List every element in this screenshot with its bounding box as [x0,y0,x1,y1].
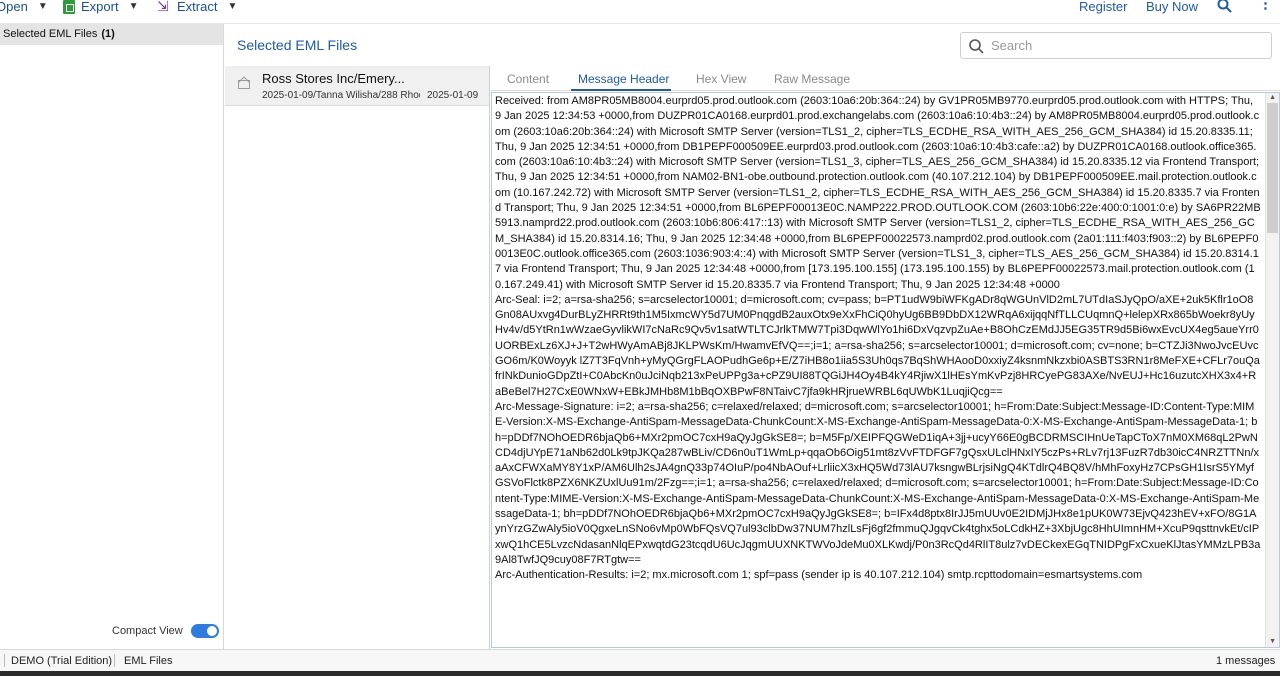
search-input[interactable] [991,36,1261,55]
tab-message-header[interactable]: Message Header [578,72,669,86]
detail-tabs: Content Message Header Hex View Raw Mess… [491,66,1280,91]
status-bar: DEMO (Trial Edition) EML Files 1 message… [0,649,1280,671]
message-count: 1 messages [1216,655,1276,667]
active-tab-indicator [571,89,671,91]
more-vertical-icon[interactable]: ⋮ [1258,0,1273,11]
chevron-down-icon: ▼ [227,1,238,12]
tab-raw-message[interactable]: Raw Message [774,72,850,86]
message-list: Ross Stores Inc/Emery... 2025-01-09/Tann… [225,66,490,649]
file-type-status: EML Files [124,655,173,667]
item-subtitle: 2025-01-09/Tanna Wilisha/288 Rhode [262,90,420,101]
extract-menu[interactable]: ⇲ Extract ▼ [157,0,237,14]
export-icon [63,0,75,14]
message-detail: Content Message Header Hex View Raw Mess… [491,66,1280,649]
header-field: Arc-Message-Signature: i=2; a=rsa-sha256… [495,400,1261,566]
item-date: 2025-01-09 [427,90,479,101]
tab-content[interactable]: Content [507,72,549,86]
search-icon[interactable] [1217,0,1232,13]
search-icon [969,39,984,54]
header-field: Arc-Authentication-Results: i=2; mx.micr… [495,569,1143,582]
sidebar-header-label: Selected EML Files [3,28,98,40]
compact-view-toggle[interactable] [190,624,219,638]
header-field: Arc-Seal: i=2; a=rsa-sha256; s=arcselect… [495,293,1260,398]
open-label: Open [0,0,28,14]
compact-view-control: Compact View [112,624,219,638]
window-bottom-edge [0,671,1280,676]
envelope-icon [238,80,250,89]
scroll-up-icon[interactable]: ▲ [1269,94,1276,101]
message-header-text: Received: from AM8PR05MB8004.eurprd05.pr… [495,94,1261,584]
register-link[interactable]: Register [1079,0,1127,14]
status-divider [114,654,115,667]
toolbar: Open ▼ Export ▼ ⇲ Extract ▼ Register Buy… [0,0,1280,24]
chevron-down-icon: ▼ [37,1,48,12]
sidebar-header[interactable]: Selected EML Files (1) [0,24,223,45]
search-box[interactable] [960,32,1272,59]
header-field: Received: from AM8PR05MB8004.eurprd05.pr… [495,95,1261,291]
sidebar-header-count: (1) [101,28,115,40]
sidebar: Selected EML Files (1) Compact View [0,24,224,649]
scrollbar-thumb[interactable] [1267,103,1278,233]
edition-status: DEMO (Trial Edition) [11,655,113,667]
tab-hex-view[interactable]: Hex View [696,72,746,86]
compact-view-label: Compact View [112,625,183,637]
export-label: Export [81,0,119,14]
extract-label: Extract [177,0,218,14]
page-title: Selected EML Files [237,37,358,53]
item-title: Ross Stores Inc/Emery... [262,71,405,86]
message-header-panel[interactable]: Received: from AM8PR05MB8004.eurprd05.pr… [491,92,1280,648]
extract-icon: ⇲ [157,0,169,14]
vertical-scrollbar[interactable]: ▲ ▼ [1265,93,1279,647]
export-menu[interactable]: Export ▼ [63,0,138,14]
scroll-down-icon[interactable]: ▼ [1269,638,1276,645]
buy-now-link[interactable]: Buy Now [1146,0,1198,14]
open-menu[interactable]: Open ▼ [0,0,48,14]
status-divider [4,654,5,667]
list-item[interactable]: Ross Stores Inc/Emery... 2025-01-09/Tann… [225,66,489,106]
chevron-down-icon: ▼ [128,1,139,12]
main-area: Selected EML Files Ross Stores Inc/Emery… [225,24,1280,649]
